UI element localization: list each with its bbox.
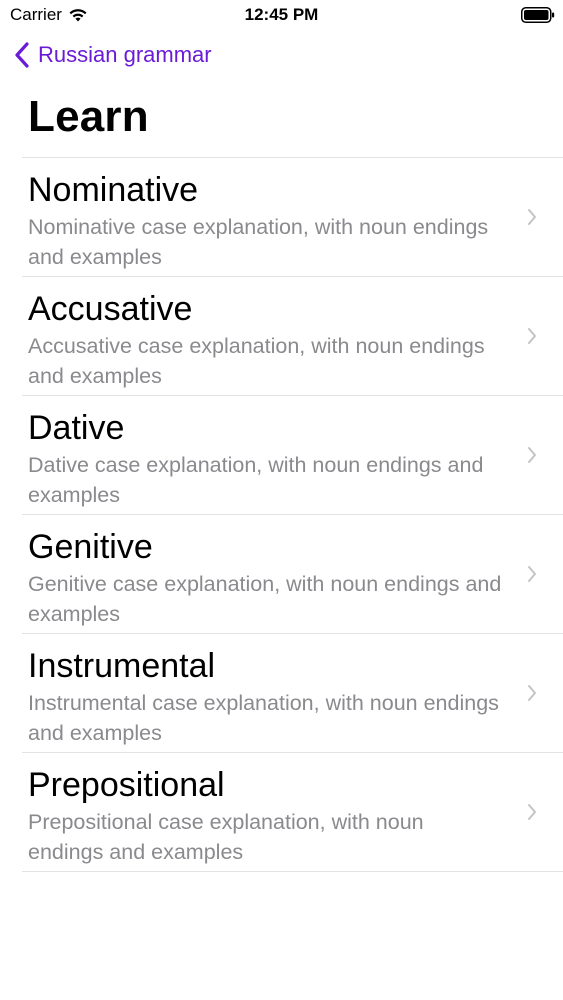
list-item-title: Accusative: [28, 290, 193, 328]
status-bar: Carrier 12:45 PM: [0, 0, 563, 30]
list-item-subtitle: Genitive case explanation, with noun end…: [28, 572, 502, 626]
list-item-subtitle: Dative case explanation, with noun endin…: [28, 453, 484, 507]
list-item-title: Prepositional: [28, 766, 225, 804]
list-item-subtitle: Nominative case explanation, with noun e…: [28, 215, 489, 269]
back-button[interactable]: Russian grammar: [14, 42, 212, 68]
list-item-subtitle: Instrumental case explanation, with noun…: [28, 691, 499, 745]
page-title: Learn: [28, 92, 149, 141]
back-button-label: Russian grammar: [38, 42, 212, 67]
list-item-title: Genitive: [28, 528, 153, 566]
chevron-right-icon: [528, 328, 536, 344]
navigation-bar: Russian grammar: [0, 38, 563, 78]
chevron-right-icon: [528, 447, 536, 463]
list-item-genitive[interactable]: Genitive Genitive case explanation, with…: [22, 515, 563, 634]
list-item-accusative[interactable]: Accusative Accusative case explanation, …: [22, 277, 563, 396]
battery-icon: [521, 7, 555, 23]
list-item-subtitle: Accusative case explanation, with noun e…: [28, 334, 485, 388]
chevron-right-icon: [528, 566, 536, 582]
list-item-instrumental[interactable]: Instrumental Instrumental case explanati…: [22, 634, 563, 753]
chevron-right-icon: [528, 209, 536, 225]
list-item-title: Dative: [28, 409, 125, 447]
chevron-left-icon: [15, 42, 29, 68]
list-item-subtitle: Prepositional case explanation, with nou…: [28, 810, 424, 864]
list-item-title: Nominative: [28, 171, 199, 209]
case-list: Nominative Nominative case explanation, …: [22, 157, 563, 872]
chevron-right-icon: [528, 804, 536, 820]
status-time: 12:45 PM: [244, 5, 319, 24]
chevron-right-icon: [528, 685, 536, 701]
list-item-title: Instrumental: [28, 647, 216, 685]
list-item-prepositional[interactable]: Prepositional Prepositional case explana…: [22, 753, 563, 872]
list-item-dative[interactable]: Dative Dative case explanation, with nou…: [22, 396, 563, 515]
list-item-nominative[interactable]: Nominative Nominative case explanation, …: [22, 158, 563, 277]
